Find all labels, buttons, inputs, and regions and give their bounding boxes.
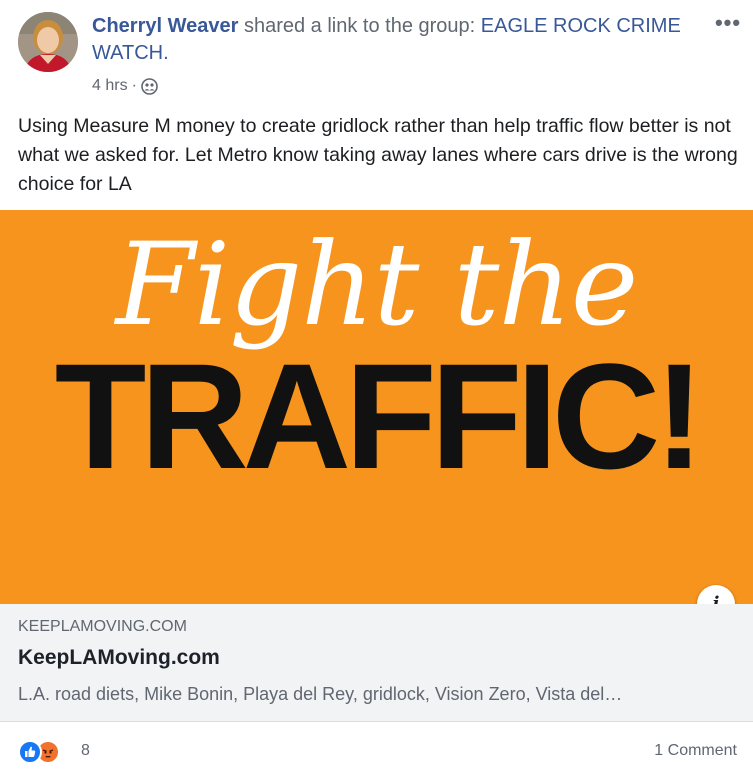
link-title[interactable]: KeepLAMoving.com	[18, 646, 220, 670]
link-domain: KEEPLAMOVING.COM	[18, 618, 187, 635]
reaction-count[interactable]: 8	[81, 742, 90, 760]
more-options-button[interactable]: •••	[710, 8, 746, 38]
group-icon	[141, 77, 158, 95]
action-text: shared a link to the group:	[238, 15, 481, 37]
avatar-image	[18, 12, 78, 72]
meta-separator: ·	[131, 77, 137, 94]
link-description: L.A. road diets, Mike Bonin, Playa del R…	[18, 684, 623, 704]
post-attribution: Cherryl Weaver shared a link to the grou…	[92, 13, 692, 67]
post-meta: 4 hrs ·	[92, 74, 158, 98]
post-header: Cherryl Weaver shared a link to the grou…	[0, 0, 753, 104]
reactions-bar: 8 1 Comment	[0, 722, 753, 779]
comment-count[interactable]: 1 Comment	[654, 742, 737, 760]
link-preview-caption[interactable]: KEEPLAMOVING.COM KeepLAMoving.com L.A. r…	[0, 604, 753, 722]
reaction-icons[interactable]	[18, 740, 60, 764]
timestamp[interactable]: 4 hrs	[92, 77, 128, 95]
post-text: Using Measure M money to create gridlock…	[18, 115, 738, 195]
avatar[interactable]	[18, 12, 78, 72]
image-headline-line2: TRAFFIC!	[54, 332, 704, 500]
like-icon	[18, 740, 42, 764]
author-name[interactable]: Cherryl Weaver	[92, 15, 238, 37]
